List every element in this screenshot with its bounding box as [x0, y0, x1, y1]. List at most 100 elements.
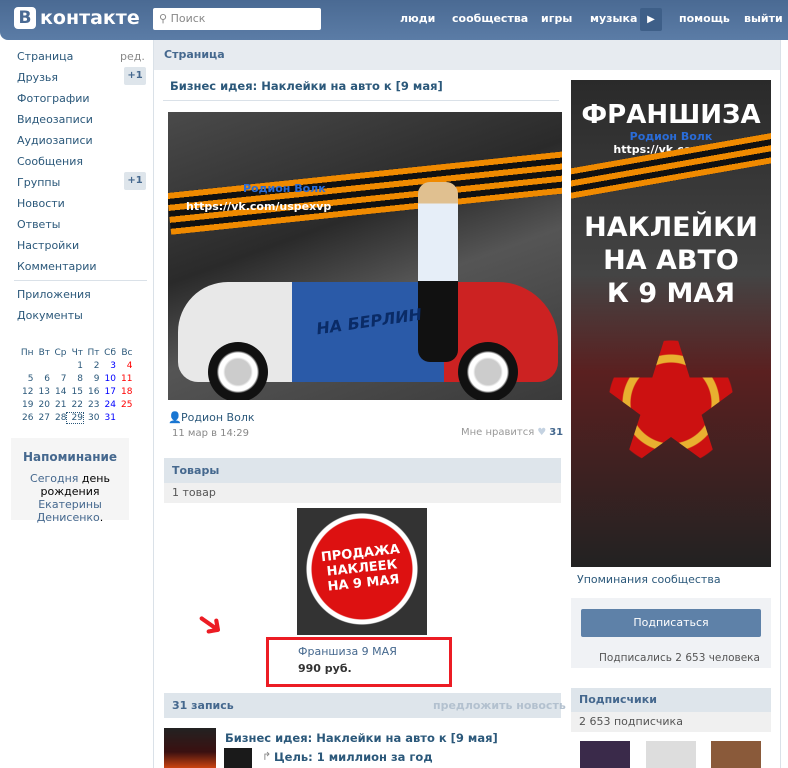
mentions-link[interactable]: Упоминания сообщества	[577, 573, 721, 586]
calendar-day[interactable]: 14	[50, 387, 66, 397]
calendar-day[interactable]: 28	[50, 413, 66, 423]
user-icon: 👤	[168, 411, 182, 424]
like-button[interactable]: Мне нравится ♥ 31	[461, 427, 563, 438]
calendar-day[interactable]: 25	[116, 400, 132, 410]
follower-avatar[interactable]	[646, 741, 696, 768]
followers-header[interactable]: Подписчики	[571, 688, 771, 712]
calendar-day[interactable]: 24	[100, 400, 116, 410]
calendar-day[interactable]: 27	[34, 413, 50, 423]
post-image[interactable]: Родион Волк https://vk.com/uspexvp НА БЕ…	[168, 112, 562, 400]
divider	[163, 100, 559, 101]
goods-count: 1 товар	[164, 483, 561, 503]
sidebar-item-news[interactable]: Новости	[17, 197, 65, 210]
sidebar-item-settings[interactable]: Настройки	[17, 239, 79, 252]
nav-communities[interactable]: сообщества	[452, 12, 528, 25]
music-play-icon[interactable]: ▶	[640, 8, 662, 31]
calendar-day[interactable]: 30	[83, 413, 99, 423]
weekday-label: Сб	[104, 348, 116, 358]
calendar-day[interactable]: 6	[34, 374, 50, 384]
calendar-day[interactable]: 13	[34, 387, 50, 397]
weekday-label: Ср	[54, 348, 67, 358]
calendar-day[interactable]: 5	[17, 374, 34, 384]
weekday-label: Пн	[20, 348, 34, 358]
weekday-label: Пт	[87, 348, 100, 358]
empty-day	[50, 361, 67, 371]
sidebar-item-page[interactable]: Страница	[17, 50, 73, 63]
sidebar-item-groups[interactable]: Группы	[17, 176, 60, 189]
calendar-day[interactable]: 2	[83, 361, 100, 371]
follower-avatar[interactable]	[580, 741, 630, 768]
calendar-day[interactable]: 23	[83, 400, 99, 410]
post-title[interactable]: Бизнес идея: Наклейки на авто к [9 мая]	[170, 79, 443, 93]
goods-header[interactable]: Товары	[164, 458, 561, 483]
birthday-person-link[interactable]: Денисенко	[37, 511, 100, 524]
sidebar-item-audio[interactable]: Аудиозаписи	[17, 134, 93, 147]
calendar-day[interactable]: 16	[83, 387, 99, 397]
calendar-day[interactable]: 4	[116, 361, 133, 371]
calendar-day[interactable]: 8	[67, 374, 83, 384]
empty-day	[17, 361, 34, 371]
calendar-day[interactable]: 19	[17, 400, 33, 410]
nav-help[interactable]: помощь	[679, 12, 730, 25]
wall-post-title[interactable]: Бизнес идея: Наклейки на авто к [9 мая]	[225, 731, 498, 745]
calendar-day[interactable]: 22	[67, 400, 83, 410]
empty-day	[34, 361, 51, 371]
search-input[interactable]: ⚲ Поиск	[153, 8, 321, 30]
community-banner[interactable]: ФРАНШИЗА Родион Волк https://vk.com/uspe…	[571, 80, 771, 567]
star-icon	[589, 318, 753, 473]
calendar: Пн Вт Ср Чт Пт Сб Вс 1 2 3 4 5 6 7 8 9 10 11 12 13 14 15 16 17 1…	[17, 348, 133, 424]
nav-music[interactable]: музыка	[590, 12, 637, 25]
follower-avatar[interactable]	[711, 741, 761, 768]
search-icon: ⚲	[159, 12, 171, 25]
product-price: 990 руб.	[298, 662, 352, 675]
divider	[14, 280, 147, 281]
repost-icon: ↱	[262, 750, 272, 763]
calendar-day[interactable]: 12	[17, 387, 33, 397]
calendar-day[interactable]: 9	[83, 374, 100, 384]
calendar-day[interactable]: 26	[17, 413, 33, 423]
page-title: Страница	[154, 40, 780, 70]
friends-badge[interactable]: +1	[124, 67, 146, 85]
subscribed-count[interactable]: Подписались 2 653 человека	[599, 652, 760, 664]
repost-title[interactable]: Цель: 1 миллион за год	[274, 750, 433, 764]
calendar-day[interactable]: 11	[116, 374, 132, 384]
heart-icon: ♥	[537, 427, 547, 438]
sidebar-item-apps[interactable]: Приложения	[17, 288, 91, 301]
calendar-day[interactable]: 17	[100, 387, 116, 397]
sidebar-item-friends[interactable]: Друзья	[17, 71, 58, 84]
suggest-news-link[interactable]: предложить новость	[433, 699, 566, 712]
calendar-day[interactable]: 31	[100, 413, 116, 423]
post-thumbnail[interactable]	[164, 728, 216, 768]
calendar-day[interactable]: 10	[100, 374, 116, 384]
calendar-day[interactable]: 29	[65, 412, 84, 424]
author-link[interactable]: Родион Волк	[181, 411, 255, 424]
sidebar-item-photos[interactable]: Фотографии	[17, 92, 90, 105]
calendar-day[interactable]: 7	[50, 374, 67, 384]
groups-badge[interactable]: +1	[124, 172, 146, 190]
nav-logout[interactable]: выйти	[744, 12, 783, 25]
calendar-day[interactable]: 20	[34, 400, 50, 410]
vk-logo[interactable]: Вконтакте	[14, 7, 140, 29]
sidebar-item-videos[interactable]: Видеозаписи	[17, 113, 93, 126]
nav-people[interactable]: люди	[400, 12, 435, 25]
edit-link[interactable]: ред.	[120, 50, 145, 63]
calendar-day[interactable]: 15	[67, 387, 83, 397]
nav-games[interactable]: игры	[541, 12, 572, 25]
calendar-day[interactable]: 1	[67, 361, 83, 371]
repost-thumbnail	[224, 748, 252, 768]
product-image[interactable]: ПРОДАЖА НАКЛЕЕК НА 9 МАЯ	[297, 508, 427, 635]
weekday-label: Вт	[38, 348, 50, 358]
post-date[interactable]: 11 мар в 14:29	[172, 428, 249, 439]
birthday-person-link[interactable]: Екатерины	[38, 498, 102, 511]
sidebar-item-docs[interactable]: Документы	[17, 309, 83, 322]
weekday-label: Вс	[121, 348, 133, 358]
sidebar-item-answers[interactable]: Ответы	[17, 218, 60, 231]
sidebar-item-messages[interactable]: Сообщения	[17, 155, 83, 168]
calendar-day[interactable]: 18	[116, 387, 132, 397]
reminder-box: Напоминание Сегодня день рождения Екатер…	[11, 438, 129, 524]
product-name[interactable]: Франшиза 9 МАЯ	[298, 645, 397, 658]
calendar-day[interactable]: 3	[100, 361, 116, 371]
sidebar-item-comments[interactable]: Комментарии	[17, 260, 97, 273]
subscribe-button[interactable]: Подписаться	[581, 609, 761, 637]
calendar-day[interactable]: 21	[50, 400, 66, 410]
